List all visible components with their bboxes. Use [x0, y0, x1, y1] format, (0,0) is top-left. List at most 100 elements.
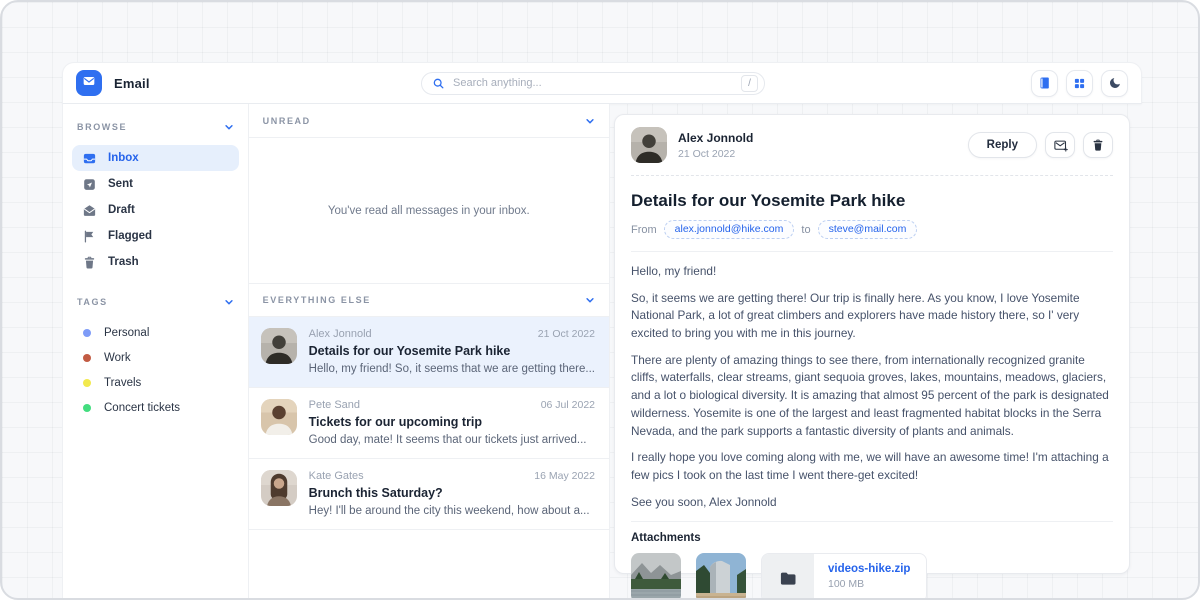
mail-list-item[interactable]: Alex Jonnold 21 Oct 2022 Details for our… — [249, 317, 609, 388]
tag-item-concert-tickets[interactable]: Concert tickets — [72, 395, 239, 420]
body-paragraph: Hello, my friend! — [631, 263, 1113, 281]
body-paragraph: So, it seems we are getting there! Our t… — [631, 290, 1113, 343]
chevron-down-icon[interactable] — [224, 122, 234, 132]
forward-mail-button[interactable] — [1045, 132, 1075, 158]
mail-sender: Pete Sand — [309, 399, 360, 411]
sidebar-item-trash[interactable]: Trash — [72, 249, 239, 275]
email-subject: Details for our Yosemite Park hike — [631, 191, 1113, 211]
browse-section-header[interactable]: BROWSE — [72, 116, 239, 138]
sidebar-item-flagged[interactable]: Flagged — [72, 223, 239, 249]
sent-icon — [82, 177, 97, 192]
tag-label: Travels — [104, 377, 141, 389]
email-detail-panel: Alex Jonnold 21 Oct 2022 Reply Details f… — [614, 114, 1130, 574]
email-body: Hello, my friend! So, it seems we are ge… — [631, 263, 1113, 511]
mail-subject: Details for our Yosemite Park hike — [309, 344, 595, 358]
avatar — [261, 399, 297, 435]
message-list-column: UNREAD You've read all messages in your … — [249, 104, 609, 600]
mail-preview: Good day, mate! It seems that our ticket… — [309, 434, 595, 446]
delete-mail-button[interactable] — [1083, 132, 1113, 158]
detail-date: 21 Oct 2022 — [678, 148, 753, 160]
avatar — [631, 127, 667, 163]
mail-list-item[interactable]: Pete Sand 06 Jul 2022 Tickets for our up… — [249, 388, 609, 459]
body-paragraph: See you soon, Alex Jonnold — [631, 494, 1113, 512]
search-icon — [432, 77, 445, 90]
zip-icon-box — [762, 554, 814, 600]
mail-sender: Alex Jonnold — [309, 328, 372, 340]
mail-list-item[interactable]: Kate Gates 16 May 2022 Brunch this Satur… — [249, 459, 609, 530]
chevron-down-icon[interactable] — [585, 295, 595, 305]
mail-subject: Brunch this Saturday? — [309, 486, 595, 500]
main-panel: BROWSE Inbox Sent — [62, 104, 610, 600]
trash-icon — [82, 255, 97, 270]
mail-item-content: Pete Sand 06 Jul 2022 Tickets for our up… — [309, 399, 595, 446]
tag-color-dot — [83, 404, 91, 412]
mail-sender: Kate Gates — [309, 470, 364, 482]
attachment-zip-card[interactable]: videos-hike.zip 100 MB — [761, 553, 927, 600]
envelope-icon — [81, 73, 97, 94]
body-paragraph: I really hope you love coming along with… — [631, 449, 1113, 484]
attachment-photo-valley[interactable] — [631, 553, 681, 600]
from-email-pill[interactable]: alex.jonnold@hike.com — [664, 220, 795, 239]
everything-else-label: EVERYTHING ELSE — [263, 295, 371, 305]
mail-date: 21 Oct 2022 — [538, 328, 595, 340]
tags-section: TAGS Personal Work — [72, 291, 239, 420]
tag-label: Concert tickets — [104, 402, 180, 414]
mail-item-content: Alex Jonnold 21 Oct 2022 Details for our… — [309, 328, 595, 375]
tag-color-dot — [83, 379, 91, 387]
browse-label: BROWSE — [77, 122, 127, 132]
sidebar-item-label: Trash — [108, 256, 139, 268]
tag-item-personal[interactable]: Personal — [72, 320, 239, 345]
detail-actions: Reply — [968, 132, 1113, 158]
search-shortcut-badge: / — [741, 75, 758, 92]
to-label: to — [801, 224, 810, 236]
everything-else-section-header[interactable]: EVERYTHING ELSE — [249, 283, 609, 317]
dark-mode-toggle[interactable] — [1101, 70, 1128, 97]
tag-color-dot — [83, 354, 91, 362]
sender-info: Alex Jonnold 21 Oct 2022 — [678, 131, 753, 160]
zip-meta: videos-hike.zip 100 MB — [814, 554, 926, 600]
moon-icon — [1108, 76, 1122, 90]
mail-date: 06 Jul 2022 — [541, 399, 595, 411]
header-actions — [1031, 70, 1128, 97]
tag-label: Work — [104, 352, 131, 364]
body-paragraph: There are plenty of amazing things to se… — [631, 352, 1113, 440]
tag-item-work[interactable]: Work — [72, 345, 239, 370]
app-logo — [76, 70, 102, 96]
mail-plus-icon — [1053, 138, 1068, 153]
divider — [631, 521, 1113, 522]
mail-date: 16 May 2022 — [534, 470, 595, 482]
inbox-icon — [82, 151, 97, 166]
chevron-down-icon[interactable] — [224, 297, 234, 307]
reply-button[interactable]: Reply — [968, 132, 1037, 158]
from-to-row: From alex.jonnold@hike.com to steve@mail… — [631, 220, 1113, 239]
folder-icon — [778, 568, 798, 588]
search-box[interactable]: / — [421, 72, 765, 95]
email-detail-header: Alex Jonnold 21 Oct 2022 Reply — [631, 127, 1113, 163]
mail-item-content: Kate Gates 16 May 2022 Brunch this Satur… — [309, 470, 595, 517]
tag-label: Personal — [104, 327, 149, 339]
mail-preview: Hey! I'll be around the city this weeken… — [309, 505, 595, 517]
app-title: Email — [114, 76, 150, 91]
attachment-photo-half-dome[interactable] — [696, 553, 746, 600]
sidebar-item-sent[interactable]: Sent — [72, 171, 239, 197]
chevron-down-icon[interactable] — [585, 116, 595, 126]
app-header: Email / — [62, 62, 1142, 104]
contacts-book-button[interactable] — [1031, 70, 1058, 97]
unread-section-header[interactable]: UNREAD — [249, 104, 609, 138]
sidebar-item-draft[interactable]: Draft — [72, 197, 239, 223]
tags-label: TAGS — [77, 297, 108, 307]
search-input[interactable] — [453, 77, 733, 89]
unread-empty-message: You've read all messages in your inbox. — [249, 138, 609, 283]
zip-file-size: 100 MB — [828, 578, 910, 590]
to-email-pill[interactable]: steve@mail.com — [818, 220, 918, 239]
mail-preview: Hello, my friend! So, it seems that we a… — [309, 363, 595, 375]
sidebar-item-label: Flagged — [108, 230, 152, 242]
attachments-row: videos-hike.zip 100 MB — [631, 553, 1113, 600]
tags-list: Personal Work Travels Concert tickets — [72, 320, 239, 420]
sidebar-item-inbox[interactable]: Inbox — [72, 145, 239, 171]
draft-icon — [82, 203, 97, 218]
zip-file-name[interactable]: videos-hike.zip — [828, 563, 910, 575]
tag-item-travels[interactable]: Travels — [72, 370, 239, 395]
apps-grid-button[interactable] — [1066, 70, 1093, 97]
tags-section-header[interactable]: TAGS — [72, 291, 239, 313]
